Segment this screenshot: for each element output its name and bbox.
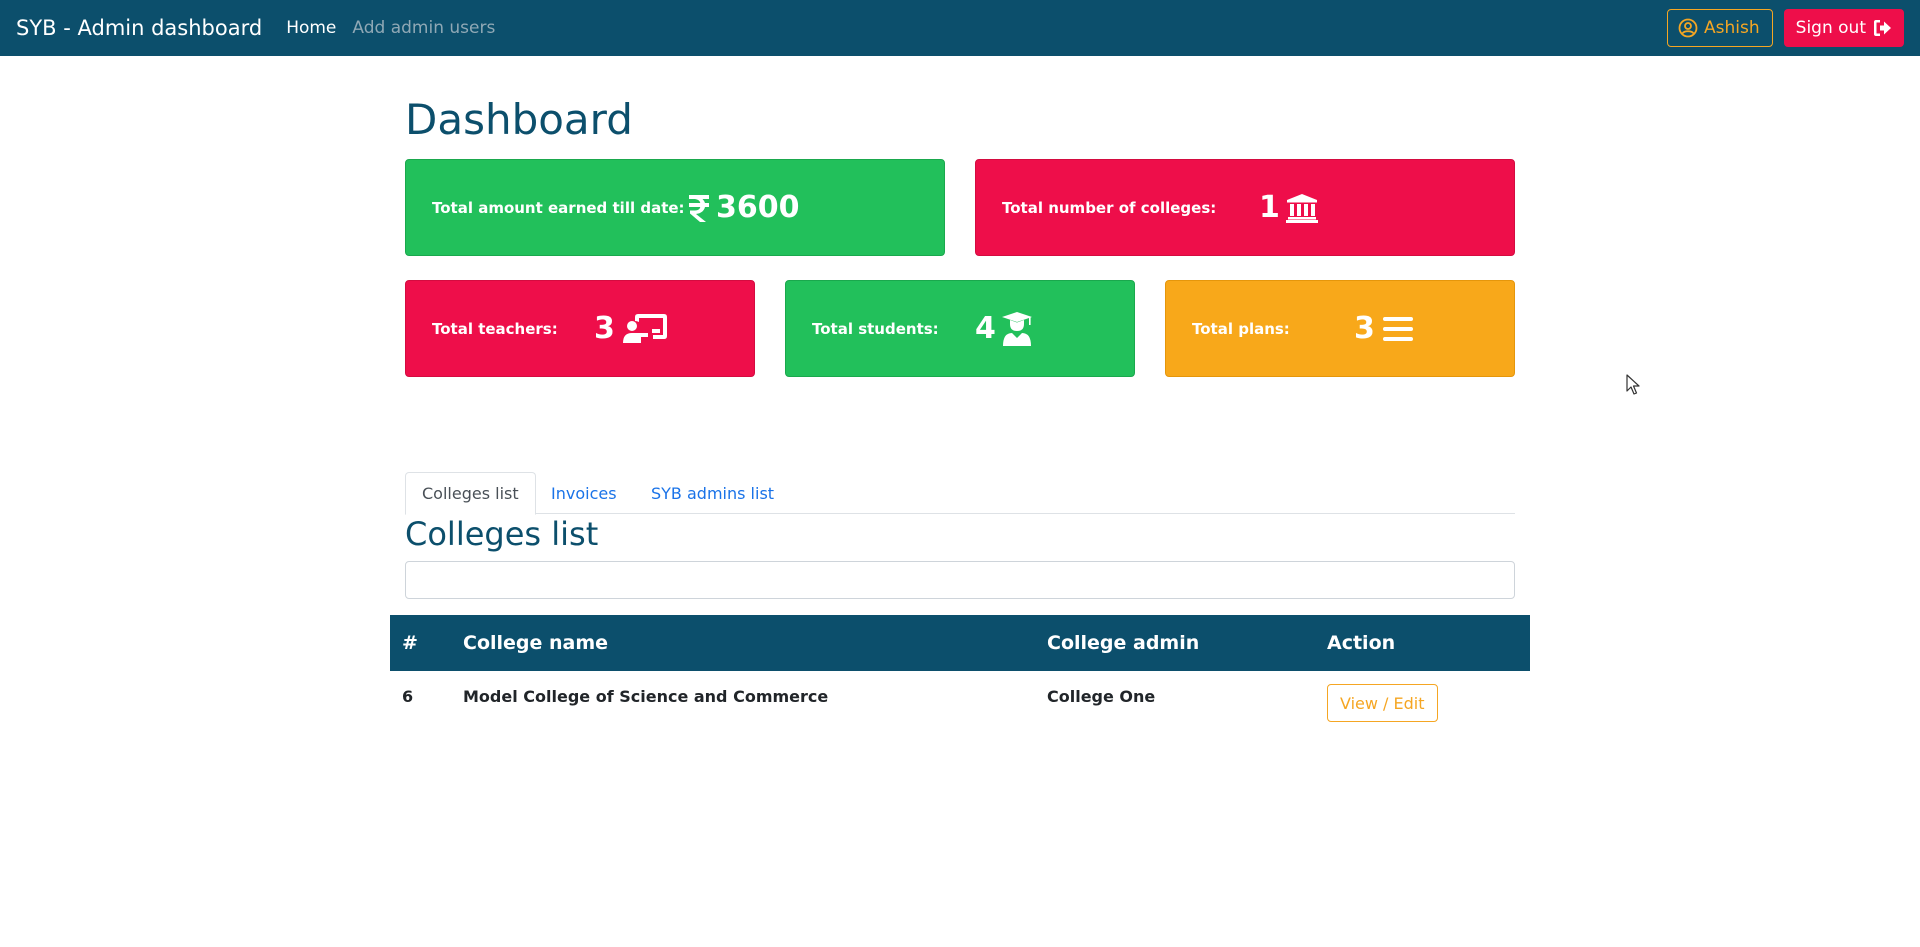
stat-amount-value: 3600 — [716, 190, 800, 225]
stat-students-value-wrap: 4 — [975, 311, 1032, 346]
stat-plans-value: 3 — [1354, 311, 1375, 346]
column-header-number: # — [402, 632, 418, 654]
colleges-table: # College name College admin Action 6 Mo… — [390, 615, 1530, 729]
colleges-search-input[interactable] — [405, 561, 1515, 599]
sign-out-icon — [1874, 20, 1891, 36]
top-navbar: SYB - Admin dashboard Home Add admin use… — [0, 0, 1920, 56]
column-header-action: Action — [1327, 632, 1396, 654]
table-header: # College name College admin Action — [390, 615, 1530, 671]
tab-colleges-list[interactable]: Colleges list — [405, 472, 536, 515]
view-edit-button[interactable]: View / Edit — [1327, 684, 1438, 722]
nav-home-link[interactable]: Home — [286, 18, 336, 38]
stat-colleges-value-wrap: 1 — [1259, 190, 1318, 225]
column-header-college-name: College name — [463, 632, 609, 654]
list-icon — [1382, 316, 1413, 341]
bank-icon — [1285, 193, 1318, 223]
navbar-brand[interactable]: SYB - Admin dashboard — [16, 16, 262, 40]
rupee-icon — [689, 194, 709, 222]
stat-students-label: Total students: — [812, 319, 939, 338]
column-header-college-admin: College admin — [1047, 632, 1200, 654]
tab-invoices[interactable]: Invoices — [535, 472, 633, 514]
stat-students-value: 4 — [975, 311, 996, 346]
nav-add-admin-users-link[interactable]: Add admin users — [352, 18, 495, 38]
user-name-label: Ashish — [1704, 18, 1760, 38]
sign-out-button[interactable]: Sign out — [1783, 9, 1904, 47]
stat-amount-label: Total amount earned till date: — [432, 198, 685, 217]
colleges-list-title: Colleges list — [405, 515, 599, 553]
stat-colleges-label: Total number of colleges: — [1002, 198, 1217, 217]
user-circle-icon — [1678, 18, 1698, 38]
navbar-right: Ashish Sign out — [1667, 9, 1904, 47]
sign-out-label: Sign out — [1795, 18, 1866, 38]
tab-syb-admins-list[interactable]: SYB admins list — [635, 472, 790, 514]
stat-teachers-label: Total teachers: — [432, 319, 558, 338]
stat-card-colleges: Total number of colleges: 1 — [975, 159, 1515, 256]
page-title: Dashboard — [405, 95, 633, 144]
stat-card-teachers: Total teachers: 3 — [405, 280, 755, 377]
stat-card-amount: Total amount earned till date: 3600 — [405, 159, 945, 256]
stat-card-plans: Total plans: 3 — [1165, 280, 1515, 377]
stat-teachers-value: 3 — [594, 311, 615, 346]
stat-plans-label: Total plans: — [1192, 319, 1290, 338]
tabs-bar: Colleges list Invoices SYB admins list — [405, 472, 1515, 515]
stat-card-students: Total students: 4 — [785, 280, 1135, 377]
mouse-cursor-icon — [1626, 374, 1640, 395]
graduate-icon — [1001, 311, 1032, 346]
teacher-board-icon — [622, 313, 667, 343]
stat-plans-value-wrap: 3 — [1354, 311, 1413, 346]
user-profile-button[interactable]: Ashish — [1667, 9, 1773, 47]
cell-college-id: 6 — [402, 686, 414, 706]
cell-college-admin: College One — [1047, 686, 1156, 706]
stat-colleges-value: 1 — [1259, 190, 1280, 225]
cell-college-name: Model College of Science and Commerce — [463, 686, 829, 706]
stat-teachers-value-wrap: 3 — [594, 311, 667, 346]
stat-amount-value-wrap: 3600 — [688, 190, 800, 225]
